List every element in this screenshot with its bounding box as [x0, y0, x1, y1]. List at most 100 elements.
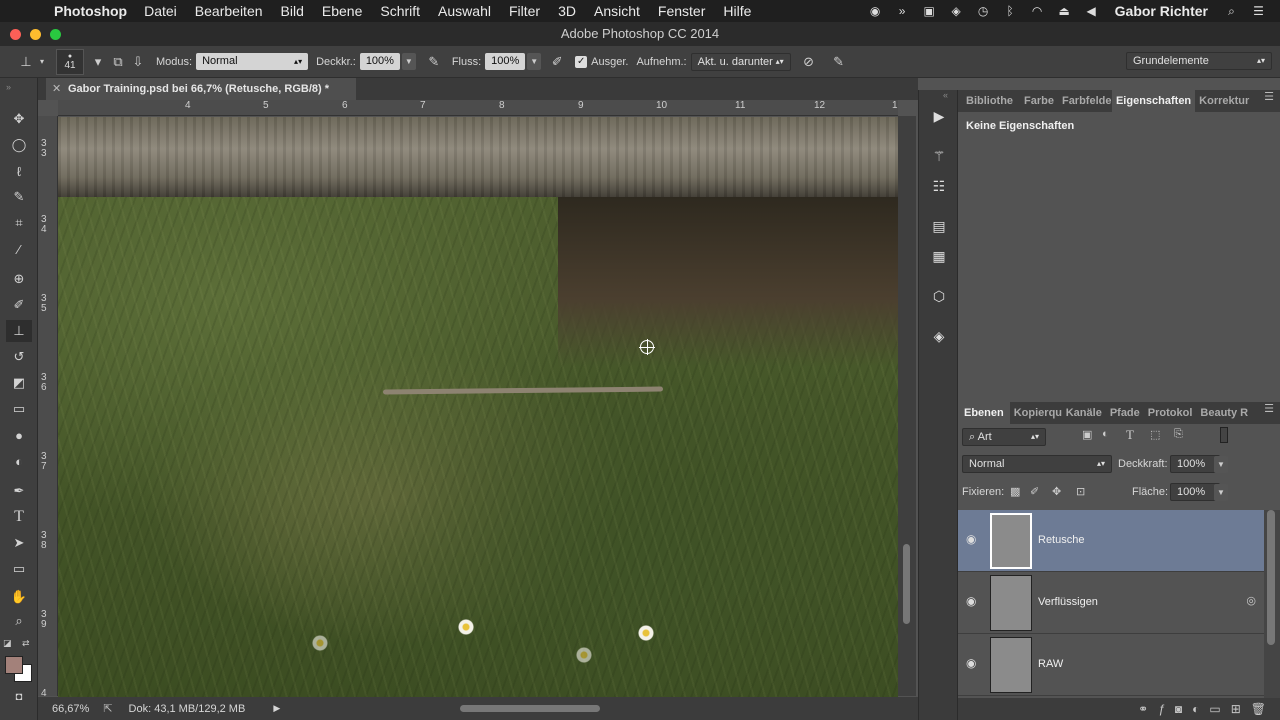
ignore-adjustment-icon[interactable]: ⊘ [799, 52, 819, 72]
arrows-icon[interactable]: » [895, 4, 910, 19]
paragraph-icon[interactable]: ▦ [927, 244, 951, 268]
menu-auswahl[interactable]: Auswahl [438, 3, 491, 19]
flow-dropdown-icon[interactable]: ▼ [527, 53, 542, 70]
tab-paths[interactable]: Pfade [1106, 402, 1144, 424]
export-icon[interactable]: ⇱ [103, 702, 112, 715]
record-icon[interactable]: ◉ [868, 4, 883, 19]
tab-adjustments[interactable]: Korrektur [1195, 90, 1251, 112]
eyedropper-icon[interactable]: ⁄ [6, 238, 32, 260]
tab-beauty[interactable]: Beauty R [1196, 402, 1248, 424]
menu-ansicht[interactable]: Ansicht [594, 3, 640, 19]
flow-input[interactable]: 100% [485, 53, 526, 70]
app-icon[interactable]: ◈ [949, 4, 964, 19]
zoom-level[interactable]: 66,67% [52, 703, 89, 715]
layers-scrollbar[interactable] [1264, 510, 1280, 698]
link-layers-icon[interactable]: ⚭ [1138, 702, 1148, 716]
foreground-color-swatch[interactable] [5, 656, 23, 674]
brush-panel-icon[interactable]: ⧉ [108, 52, 128, 72]
layer-row-retusche[interactable]: ◉ Retusche [958, 510, 1264, 572]
filter-pixel-icon[interactable]: ▣ [1082, 428, 1092, 441]
filter-type-icon[interactable]: T [1126, 427, 1134, 443]
lock-pixels-icon[interactable]: ✐ [1030, 485, 1039, 498]
time-machine-icon[interactable]: ◷ [976, 4, 991, 19]
collapse-dock-icon[interactable]: « [943, 90, 948, 100]
menu-datei[interactable]: Datei [144, 3, 177, 19]
filter-shape-icon[interactable]: ⬚ [1150, 428, 1160, 441]
type-icon[interactable]: T [6, 506, 32, 528]
close-window-icon[interactable] [10, 29, 21, 40]
path-select-icon[interactable]: ➤ [6, 532, 32, 554]
swap-colors-icon[interactable]: ⇄ [22, 638, 30, 649]
opacity-input[interactable]: 100% [359, 53, 400, 70]
tab-channels[interactable]: Kanäle [1062, 402, 1106, 424]
blur-icon[interactable]: ● [6, 424, 32, 446]
new-adjustment-icon[interactable]: ◐ [1192, 702, 1199, 716]
tab-layers[interactable]: Ebenen [958, 402, 1010, 424]
clone-stamp-preset-icon[interactable]: ⊥ [16, 52, 36, 72]
new-group-icon[interactable]: ▭ [1209, 702, 1220, 716]
brush-size-preview[interactable]: ● 41 [56, 48, 84, 75]
canvas-vertical-scrollbar[interactable] [898, 116, 916, 696]
panel-menu-icon[interactable]: ☰ [1264, 90, 1274, 103]
scroll-thumb[interactable] [1267, 510, 1275, 645]
ellipse-marquee-icon[interactable]: ◯ [6, 134, 32, 156]
collapse-tools-icon[interactable]: » [6, 82, 11, 92]
add-mask-icon[interactable]: ◙ [1175, 702, 1182, 716]
lock-transparency-icon[interactable]: ▩ [1010, 485, 1020, 498]
menu-hilfe[interactable]: Hilfe [723, 3, 751, 19]
document-tab[interactable]: ✕ Gabor Training.psd bei 66,7% (Retusche… [46, 78, 356, 100]
tab-clone-source[interactable]: Kopierqu [1010, 402, 1062, 424]
rectangle-icon[interactable]: ▭ [6, 558, 32, 580]
sample-select[interactable]: Akt. u. darunter ▴▾ [690, 52, 791, 71]
adjustments-icon[interactable]: ☷ [927, 174, 951, 198]
brush-settings-icon[interactable]: ⚚ [927, 144, 951, 168]
menu-bild[interactable]: Bild [281, 3, 304, 19]
menu-ebene[interactable]: Ebene [322, 3, 362, 19]
menu-app-name[interactable]: Photoshop [54, 3, 127, 19]
tab-color[interactable]: Farbe [1020, 90, 1058, 112]
fill-dropdown-icon[interactable]: ▼ [1214, 484, 1228, 501]
preset-dropdown-icon[interactable]: ▾ [36, 52, 48, 72]
quick-select-icon[interactable]: ✎ [6, 186, 32, 208]
pressure-size-icon[interactable]: ✎ [829, 52, 849, 72]
layer-style-icon[interactable]: ƒ [1158, 702, 1165, 716]
pen-icon[interactable]: ✒ [6, 480, 32, 502]
scroll-thumb[interactable] [903, 544, 910, 624]
layers-panel-menu-icon[interactable]: ☰ [1264, 402, 1274, 415]
lock-position-icon[interactable]: ✥ [1052, 485, 1061, 498]
visibility-eye-icon[interactable]: ◉ [966, 532, 980, 546]
zoom-window-icon[interactable] [50, 29, 61, 40]
close-tab-icon[interactable]: ✕ [52, 78, 61, 100]
history-brush-icon[interactable]: ↺ [6, 346, 32, 368]
bluetooth-icon[interactable]: ᛒ [1003, 4, 1018, 19]
spotlight-search-icon[interactable]: ⌕ [1224, 4, 1239, 19]
airbrush-icon[interactable]: ✐ [547, 52, 567, 72]
clone-source-icon[interactable]: ⇩ [128, 52, 148, 72]
zoom-icon[interactable]: ⌕ [6, 610, 32, 632]
volume-icon[interactable]: ◀ [1084, 4, 1099, 19]
move-icon[interactable]: ✥ [6, 108, 32, 130]
tab-libraries[interactable]: Bibliothe [962, 90, 1020, 112]
filter-smart-object-icon[interactable]: ⎘ [1174, 428, 1183, 441]
blend-mode-select[interactable]: Normal ▴▾ [962, 455, 1112, 473]
fill-input[interactable]: 100% [1170, 483, 1220, 501]
quick-mask-icon[interactable]: ◘ [6, 686, 32, 708]
menu-3d[interactable]: 3D [558, 3, 576, 19]
eject-icon[interactable]: ⏏ [1057, 4, 1072, 19]
filter-adjustment-icon[interactable]: ◐ [1102, 428, 1109, 440]
default-colors-icon[interactable]: ◪ [3, 638, 12, 649]
layer-row-raw[interactable]: ◉ RAW [958, 634, 1264, 696]
layer-filter-select[interactable]: ⌕ Art ▴▾ [962, 428, 1046, 446]
brush-dropdown-icon[interactable]: ▾ [88, 52, 108, 72]
eraser-icon[interactable]: ◩ [6, 372, 32, 394]
minimize-window-icon[interactable] [30, 29, 41, 40]
visibility-eye-icon[interactable]: ◉ [966, 594, 980, 608]
layer-opacity-dropdown-icon[interactable]: ▼ [1214, 456, 1228, 473]
filter-toggle-switch[interactable] [1220, 427, 1228, 443]
gradient-icon[interactable]: ▭ [6, 398, 32, 420]
menu-bearbeiten[interactable]: Bearbeiten [195, 3, 263, 19]
3d-icon[interactable]: ⬡ [927, 284, 951, 308]
dodge-icon[interactable]: ◐ [6, 450, 32, 472]
aligned-checkbox[interactable]: ✓ [575, 55, 588, 68]
layer-opacity-input[interactable]: 100% [1170, 455, 1220, 473]
